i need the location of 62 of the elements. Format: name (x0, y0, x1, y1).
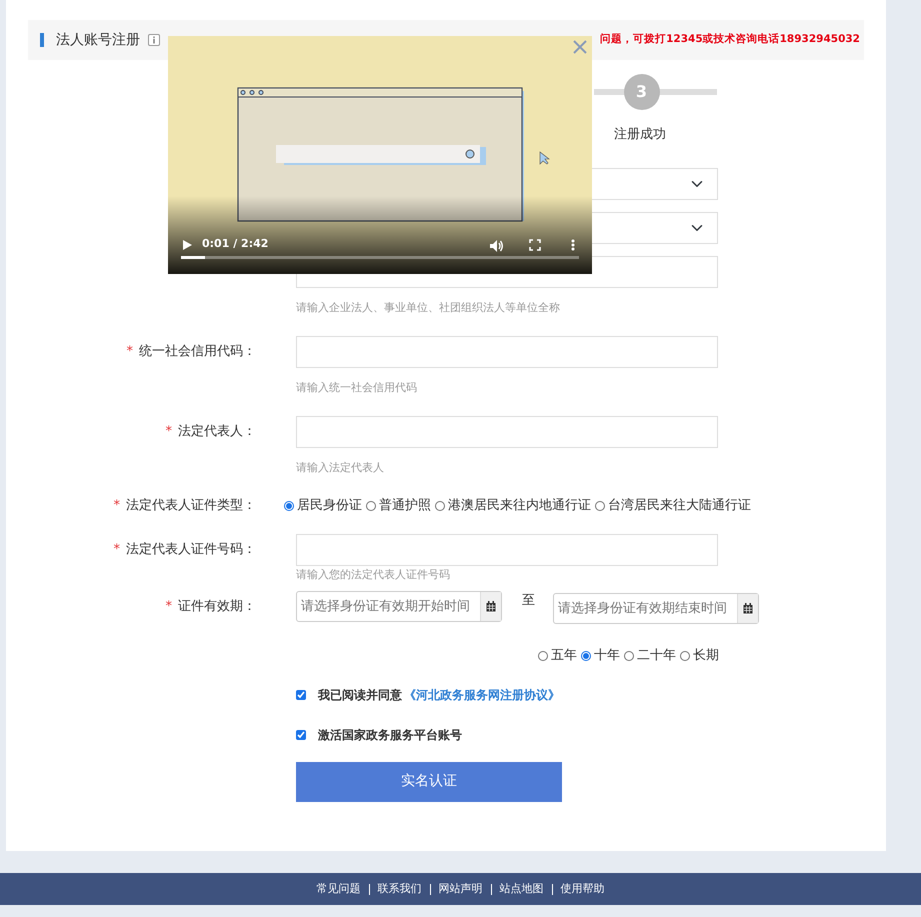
option-label: 普通护照 (379, 496, 431, 516)
title-marker-icon (40, 33, 44, 47)
option-label: 二十年 (637, 647, 676, 665)
page-title: 法人账号注册 (56, 30, 140, 50)
footer-link[interactable]: 常见问题 (316, 880, 360, 898)
option-label: 港澳居民来往内地通行证 (448, 497, 591, 516)
text-field[interactable] (296, 336, 718, 368)
calendar-icon[interactable] (486, 601, 496, 612)
option-label: 长期 (693, 647, 719, 665)
fullscreen-icon[interactable] (528, 238, 542, 252)
field-hint: 请输入您的法定代表人证件号码 (296, 567, 451, 583)
radio-button[interactable] (680, 650, 690, 661)
text-field[interactable] (296, 534, 718, 566)
video-dialog[interactable]: 0:01 / 2:42 (168, 36, 592, 274)
notice-text: 问题，可拨打12345或技术咨询电话18932945032 (600, 32, 860, 48)
radio-button[interactable] (595, 501, 605, 511)
field-label: 统一社会信用代码： (139, 344, 256, 359)
required-mark: * (114, 542, 120, 557)
required-mark: * (166, 424, 172, 439)
radio-button[interactable] (581, 650, 591, 661)
option-label: 台湾居民来往大陆通行证 (608, 497, 751, 516)
footer-link[interactable]: 网站声明 (438, 880, 482, 898)
radio-button[interactable] (435, 501, 445, 511)
required-mark: * (126, 344, 133, 359)
date-field[interactable]: 请选择身份证有效期结束时间 (553, 593, 759, 624)
required-mark: * (114, 498, 120, 513)
field-hint: 请输入法定代表人 (296, 460, 385, 476)
step-label: 注册成功 (614, 126, 666, 144)
radio-button[interactable] (284, 501, 294, 511)
footer-link[interactable]: 联系我们 (378, 880, 422, 898)
progress-track[interactable] (181, 256, 579, 259)
separator-text: 至 (522, 592, 535, 610)
option-label: 十年 (594, 647, 620, 665)
date-field[interactable]: 请选择身份证有效期开始时间 (296, 591, 502, 622)
radio-button[interactable] (624, 650, 634, 661)
checkbox[interactable] (296, 690, 306, 700)
footer-link[interactable]: 站点地图 (500, 880, 544, 898)
play-icon[interactable] (180, 238, 194, 252)
agreement-text: 激活国家政务服务平台账号 (318, 726, 462, 744)
field-label: 法定代表人证件类型： (126, 498, 256, 513)
video-time: 0:01 / 2:42 (202, 236, 268, 252)
text-field[interactable] (296, 416, 718, 448)
field-label: 法定代表人： (178, 424, 256, 439)
footer-link[interactable]: 使用帮助 (560, 880, 604, 898)
option-label: 五年 (551, 647, 577, 665)
field-label: 证件有效期： (178, 599, 256, 614)
step-circle: 3 (624, 74, 660, 110)
calendar-icon[interactable] (743, 603, 754, 614)
field-hint: 请输入企业法人、事业单位、社团组织法人等单位全称 (296, 300, 561, 316)
volume-icon[interactable] (488, 238, 504, 254)
checkbox[interactable] (296, 730, 306, 740)
submit-button[interactable]: 实名认证 (296, 762, 562, 802)
agreement-link[interactable]: 《河北政务服务网注册协议》 (404, 686, 560, 704)
agreement-text: 我已阅读并同意 (318, 686, 402, 704)
more-icon[interactable] (570, 238, 576, 252)
radio-button[interactable] (538, 650, 548, 661)
radio-button[interactable] (366, 501, 376, 511)
field-label: 法定代表人证件号码： (126, 542, 256, 557)
option-label: 居民身份证 (297, 497, 362, 516)
info-icon[interactable] (148, 34, 160, 46)
field-hint: 请输入统一社会信用代码 (296, 380, 418, 396)
required-mark: * (166, 599, 172, 614)
